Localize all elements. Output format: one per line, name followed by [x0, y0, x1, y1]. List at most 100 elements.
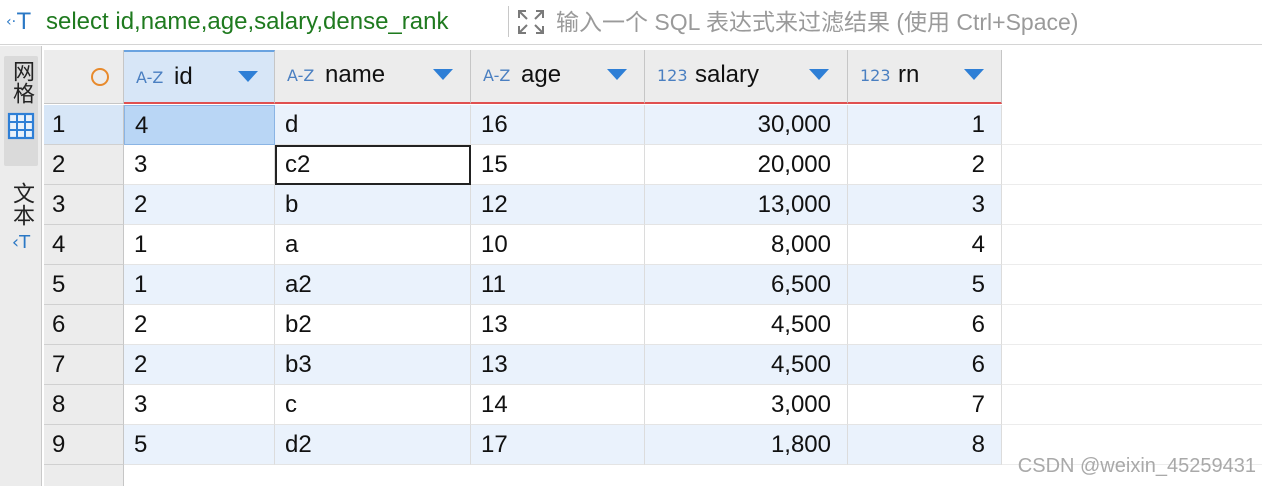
- row-number[interactable]: 6: [44, 305, 124, 345]
- sql-editor-icon[interactable]: ‹·T: [6, 9, 42, 35]
- cell-salary[interactable]: 3,000: [645, 385, 848, 425]
- filter-input[interactable]: 输入一个 SQL 表达式来过滤结果 (使用 Ctrl+Space): [556, 6, 1078, 38]
- column-label: rn: [898, 61, 920, 88]
- cell-id[interactable]: 3: [124, 145, 275, 185]
- sort-arrow-icon[interactable]: [433, 69, 453, 80]
- table-row[interactable]: 7 2 b3 13 4,500 6: [44, 345, 1262, 385]
- grid-icon: [7, 112, 35, 140]
- column-label: name: [325, 61, 386, 88]
- row-number[interactable]: 7: [44, 345, 124, 385]
- row-number[interactable]: 2: [44, 145, 124, 185]
- cell-rn[interactable]: 3: [848, 185, 1002, 225]
- table-row[interactable]: 5 1 a2 11 6,500 5: [44, 265, 1262, 305]
- cell-salary[interactable]: 13,000: [645, 185, 848, 225]
- row-filler: [1002, 105, 1262, 145]
- row-header-corner[interactable]: [44, 50, 124, 104]
- row-number[interactable]: 3: [44, 185, 124, 225]
- row-filler: [1002, 145, 1262, 185]
- cell-salary[interactable]: 4,500: [645, 345, 848, 385]
- row-filler: [1002, 225, 1262, 265]
- cell-id[interactable]: 4: [124, 105, 275, 145]
- column-label: id: [174, 63, 193, 90]
- expand-icon[interactable]: [516, 8, 546, 36]
- cell-age[interactable]: 11: [471, 265, 645, 305]
- row-filler: [1002, 305, 1262, 345]
- cell-age[interactable]: 12: [471, 185, 645, 225]
- cell-id[interactable]: 5: [124, 425, 275, 465]
- row-number[interactable]: 8: [44, 385, 124, 425]
- text-type-icon: A-Z: [136, 68, 164, 87]
- row-filler: [1002, 185, 1262, 225]
- column-header-id[interactable]: A-Z id: [124, 50, 275, 104]
- cell-name[interactable]: d2: [275, 425, 471, 465]
- cell-id[interactable]: 1: [124, 225, 275, 265]
- row-number[interactable]: 5: [44, 265, 124, 305]
- select-all-icon[interactable]: [91, 68, 109, 86]
- cell-salary[interactable]: 4,500: [645, 305, 848, 345]
- sort-arrow-icon[interactable]: [964, 69, 984, 80]
- cell-rn[interactable]: 8: [848, 425, 1002, 465]
- text-type-icon: A-Z: [483, 66, 511, 85]
- cell-name[interactable]: c: [275, 385, 471, 425]
- cell-age[interactable]: 17: [471, 425, 645, 465]
- column-header-salary[interactable]: 123 salary: [645, 50, 848, 104]
- sort-arrow-icon[interactable]: [607, 69, 627, 80]
- cell-name[interactable]: c2: [275, 145, 471, 185]
- cell-rn[interactable]: 2: [848, 145, 1002, 185]
- cell-rn[interactable]: 7: [848, 385, 1002, 425]
- cell-name[interactable]: d: [275, 105, 471, 145]
- cell-age[interactable]: 13: [471, 305, 645, 345]
- cell-rn[interactable]: 6: [848, 305, 1002, 345]
- cell-age[interactable]: 14: [471, 385, 645, 425]
- cell-rn[interactable]: 5: [848, 265, 1002, 305]
- cell-rn[interactable]: 4: [848, 225, 1002, 265]
- column-header-name[interactable]: A-Z name: [275, 50, 471, 104]
- cell-name[interactable]: a2: [275, 265, 471, 305]
- sort-arrow-icon[interactable]: [809, 69, 829, 80]
- sort-arrow-icon[interactable]: [238, 71, 258, 82]
- cell-salary[interactable]: 20,000: [645, 145, 848, 185]
- cell-name[interactable]: b: [275, 185, 471, 225]
- table-row[interactable]: 4 1 a 10 8,000 4: [44, 225, 1262, 265]
- cell-age[interactable]: 16: [471, 105, 645, 145]
- number-type-icon: 123: [860, 66, 891, 85]
- table-row[interactable]: 2 3 c2 15 20,000 2: [44, 145, 1262, 185]
- cell-rn[interactable]: 1: [848, 105, 1002, 145]
- cell-id[interactable]: 3: [124, 385, 275, 425]
- row-filler: [1002, 385, 1262, 425]
- number-type-icon: 123: [657, 66, 688, 85]
- cell-age[interactable]: 15: [471, 145, 645, 185]
- grid-view-tab[interactable]: 网格: [4, 56, 38, 166]
- query-text[interactable]: select id,name,age,salary,dense_rank: [46, 6, 448, 38]
- grid-view-label: 网格: [9, 60, 34, 104]
- cell-age[interactable]: 13: [471, 345, 645, 385]
- cell-id[interactable]: 2: [124, 185, 275, 225]
- table-row[interactable]: 3 2 b 12 13,000 3: [44, 185, 1262, 225]
- filter-bar: ‹·T select id,name,age,salary,dense_rank…: [0, 0, 1262, 45]
- text-view-tab[interactable]: 文本 ‹T: [4, 178, 38, 288]
- cell-name[interactable]: b3: [275, 345, 471, 385]
- cell-salary[interactable]: 30,000: [645, 105, 848, 145]
- cell-salary[interactable]: 6,500: [645, 265, 848, 305]
- cell-id[interactable]: 2: [124, 345, 275, 385]
- result-viewer: ‹·T select id,name,age,salary,dense_rank…: [0, 0, 1262, 486]
- row-number[interactable]: 9: [44, 425, 124, 465]
- cell-id[interactable]: 2: [124, 305, 275, 345]
- cell-salary[interactable]: 8,000: [645, 225, 848, 265]
- table-row[interactable]: 6 2 b2 13 4,500 6: [44, 305, 1262, 345]
- cell-name[interactable]: a: [275, 225, 471, 265]
- grid-header: A-Z id A-Z name A-Z age 123 salary 123 r…: [44, 50, 1002, 104]
- column-header-rn[interactable]: 123 rn: [848, 50, 1002, 104]
- cell-age[interactable]: 10: [471, 225, 645, 265]
- cell-rn[interactable]: 6: [848, 345, 1002, 385]
- cell-salary[interactable]: 1,800: [645, 425, 848, 465]
- column-header-age[interactable]: A-Z age: [471, 50, 645, 104]
- row-number[interactable]: 4: [44, 225, 124, 265]
- table-row[interactable]: 8 3 c 14 3,000 7: [44, 385, 1262, 425]
- table-row[interactable]: 1 4 d 16 30,000 1: [44, 105, 1262, 145]
- view-switcher-panel: 网格 文本 ‹T: [0, 46, 42, 486]
- row-number[interactable]: 1: [44, 105, 124, 145]
- cell-id[interactable]: 1: [124, 265, 275, 305]
- cell-name[interactable]: b2: [275, 305, 471, 345]
- row-filler: [1002, 265, 1262, 305]
